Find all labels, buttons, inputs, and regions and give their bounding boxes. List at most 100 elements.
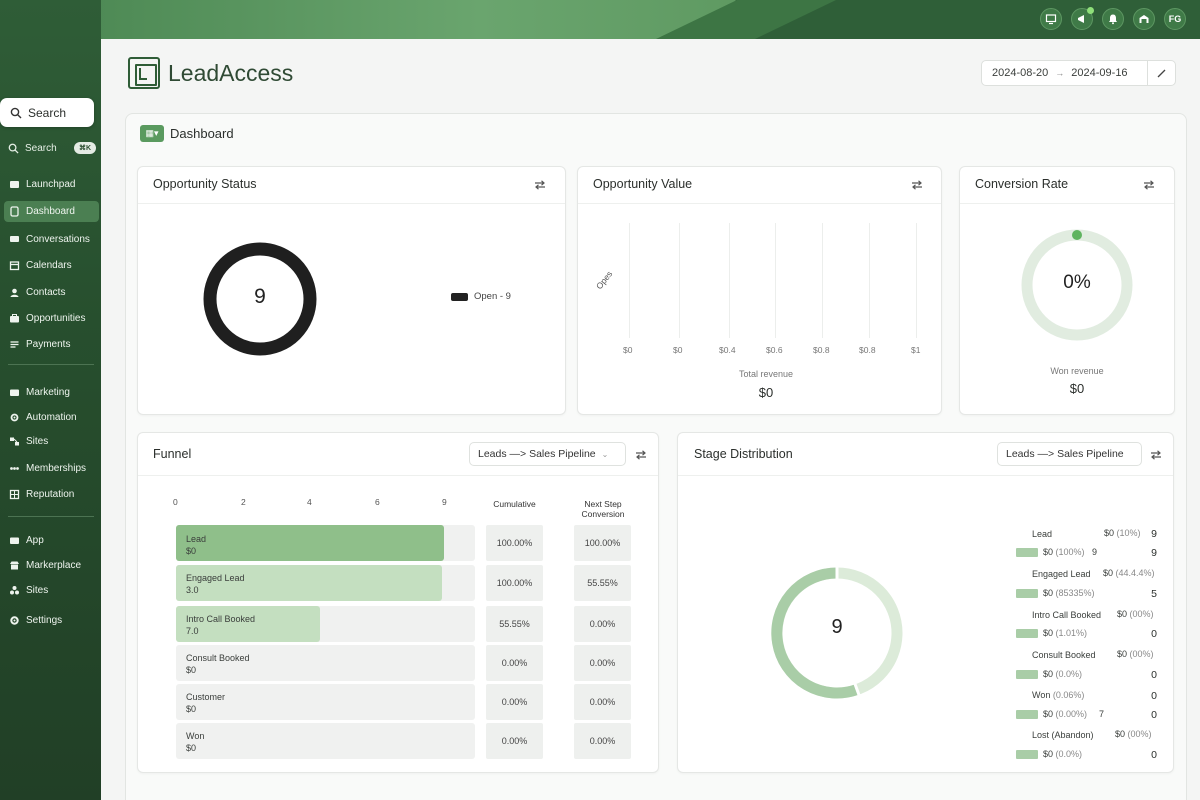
cumulative-header: Cumulative (493, 499, 536, 509)
cumulative-cell: 0.00% (486, 684, 543, 720)
stage-amount: $0 (1104, 528, 1115, 538)
sidebar-item-launchpad[interactable]: Launchpad (4, 174, 99, 195)
sidebar-item-label: Conversations (26, 234, 90, 245)
won-revenue-value: $0 (1069, 381, 1085, 396)
stage-value: $0 (00%) (1117, 609, 1154, 619)
sidebar-item-automation[interactable]: Automation (4, 407, 99, 428)
stage-sub-pct: (100%) (1055, 547, 1085, 557)
dashboard-title: Dashboard (170, 126, 234, 141)
sidebar-item-label: Payments (26, 339, 71, 350)
stage-sub-count: 0 (1151, 749, 1157, 761)
swap-icon[interactable] (635, 448, 647, 460)
next-step-cell: 0.00% (574, 606, 631, 642)
stage-pct: (44.4.4%) (1115, 568, 1155, 578)
grid-line (729, 223, 730, 338)
swap-icon[interactable] (1143, 178, 1155, 190)
sidebar-item-settings[interactable]: Settings (4, 610, 99, 631)
app-logo[interactable]: LeadAccess (128, 57, 293, 89)
megaphone-icon[interactable] (1071, 7, 1094, 30)
date-range-picker[interactable]: 2024-08-20 → 2024-09-16 (981, 60, 1176, 86)
stage-name: Consult Booked (186, 653, 250, 663)
sidebar-item-opportunities[interactable]: Opportunities (4, 308, 99, 329)
card-divider (138, 203, 565, 204)
stage-name: Engaged Lead (186, 573, 245, 583)
sidebar-item-label: Automation (26, 412, 77, 423)
card-divider (578, 203, 941, 204)
stage-pct: (00%) (1129, 649, 1154, 659)
swap-icon[interactable] (1150, 448, 1162, 460)
search-icon (10, 107, 22, 118)
sidebar-item-label: Calendars (26, 260, 72, 271)
sidebar-item-label: Opportunities (26, 313, 86, 324)
sidebar-item-sites-2[interactable]: Sites (4, 580, 99, 601)
stage-name: Intro Call Booked (186, 614, 256, 624)
funnel-row-label: Consult Booked $0 (186, 652, 250, 676)
total-revenue-value: $0 (758, 385, 774, 400)
settings-icon (9, 615, 20, 626)
contacts-icon (9, 287, 20, 298)
sidebar-item-calendars[interactable]: Calendars (4, 255, 99, 276)
x-tick: $1 (911, 345, 921, 355)
sidebar-item-app[interactable]: App (4, 530, 99, 551)
x-tick: $0.8 (859, 345, 876, 355)
edit-date-button[interactable] (1147, 61, 1175, 85)
donut-total: 9 (254, 285, 266, 308)
stage-sub-amount: $0 (1043, 588, 1054, 598)
sidebar-item-memberships[interactable]: Memberships (4, 458, 99, 479)
swap-icon[interactable] (534, 178, 546, 190)
sidebar-item-dashboard[interactable]: Dashboard (4, 201, 99, 222)
sidebar-item-payments[interactable]: Payments (4, 334, 99, 355)
stage-amount: $0 (1117, 609, 1128, 619)
stage-sub-value: $0 (100%) (1043, 547, 1085, 557)
stage-amount: $0 (186, 743, 197, 753)
sidebar-item-label: App (26, 535, 44, 546)
top-bar-actions: FG (1040, 7, 1186, 30)
automation-icon (9, 412, 20, 423)
sidebar-item-marketing[interactable]: Marketing (4, 382, 99, 403)
stage-sub-amount: $0 (1043, 547, 1054, 557)
funnel-pipeline-select[interactable]: Leads —> Sales Pipeline ⌄ (469, 442, 626, 466)
dashboard-switch-icon[interactable]: ▦▾ (140, 125, 164, 142)
stage-sub-count: 5 (1151, 588, 1157, 600)
pipeline-select-value: Leads —> Sales Pipeline (1006, 448, 1124, 460)
stage-sub-pct: (0.0%) (1055, 749, 1083, 759)
app-name: LeadAccess (168, 59, 294, 86)
sidebar-item-reputation[interactable]: Reputation (4, 484, 99, 505)
garage-icon[interactable] (1133, 8, 1155, 30)
swap-icon[interactable] (911, 178, 923, 190)
sidebar-search-link[interactable]: Search ⌘K (8, 142, 96, 154)
stage-swatch (1016, 750, 1038, 759)
cumulative-cell: 100.00% (486, 565, 543, 601)
stage-value: $0 (10%) (1104, 528, 1141, 538)
next-step-cell: 100.00% (574, 525, 631, 561)
cumulative-cell: 55.55% (486, 606, 543, 642)
conversion-rate-card: Conversion Rate 0% Won revenue $0 (959, 166, 1175, 415)
date-start: 2024-08-20 (992, 67, 1049, 79)
launchpad-icon (9, 179, 20, 190)
sidebar-item-marketplace[interactable]: Markerplace (4, 555, 99, 576)
keyboard-shortcut-badge: ⌘K (73, 142, 96, 154)
monitor-icon[interactable] (1040, 8, 1062, 30)
stage-sub-pct: (85335%) (1055, 588, 1095, 598)
marketing-icon (9, 387, 20, 398)
stage-pipeline-select[interactable]: Leads —> Sales Pipeline (997, 442, 1142, 466)
sidebar-divider (8, 516, 94, 517)
conversion-rate-value: 0% (1063, 272, 1091, 293)
funnel-row-label: Engaged Lead 3.0 (186, 572, 245, 596)
bell-icon[interactable] (1102, 8, 1124, 30)
sidebar-item-contacts[interactable]: Contacts (4, 282, 99, 303)
stage-sub-amount: $0 (1043, 628, 1054, 638)
user-avatar[interactable]: FG (1164, 8, 1186, 30)
sidebar-item-sites[interactable]: Sites (4, 431, 99, 452)
stage-name: Won (186, 731, 205, 741)
total-revenue-label: Total revenue (738, 369, 794, 379)
stage-swatch (1016, 548, 1038, 557)
stage-amount: $0 (186, 665, 197, 675)
calendar-icon (9, 260, 20, 271)
sidebar-item-conversations[interactable]: Conversations (4, 229, 99, 250)
funnel-row[interactable] (176, 723, 475, 759)
legend-label: Open - 9 (474, 291, 511, 302)
cumulative-cell: 0.00% (486, 723, 543, 759)
opportunities-icon (9, 313, 20, 324)
search-button[interactable]: Search (0, 98, 94, 127)
